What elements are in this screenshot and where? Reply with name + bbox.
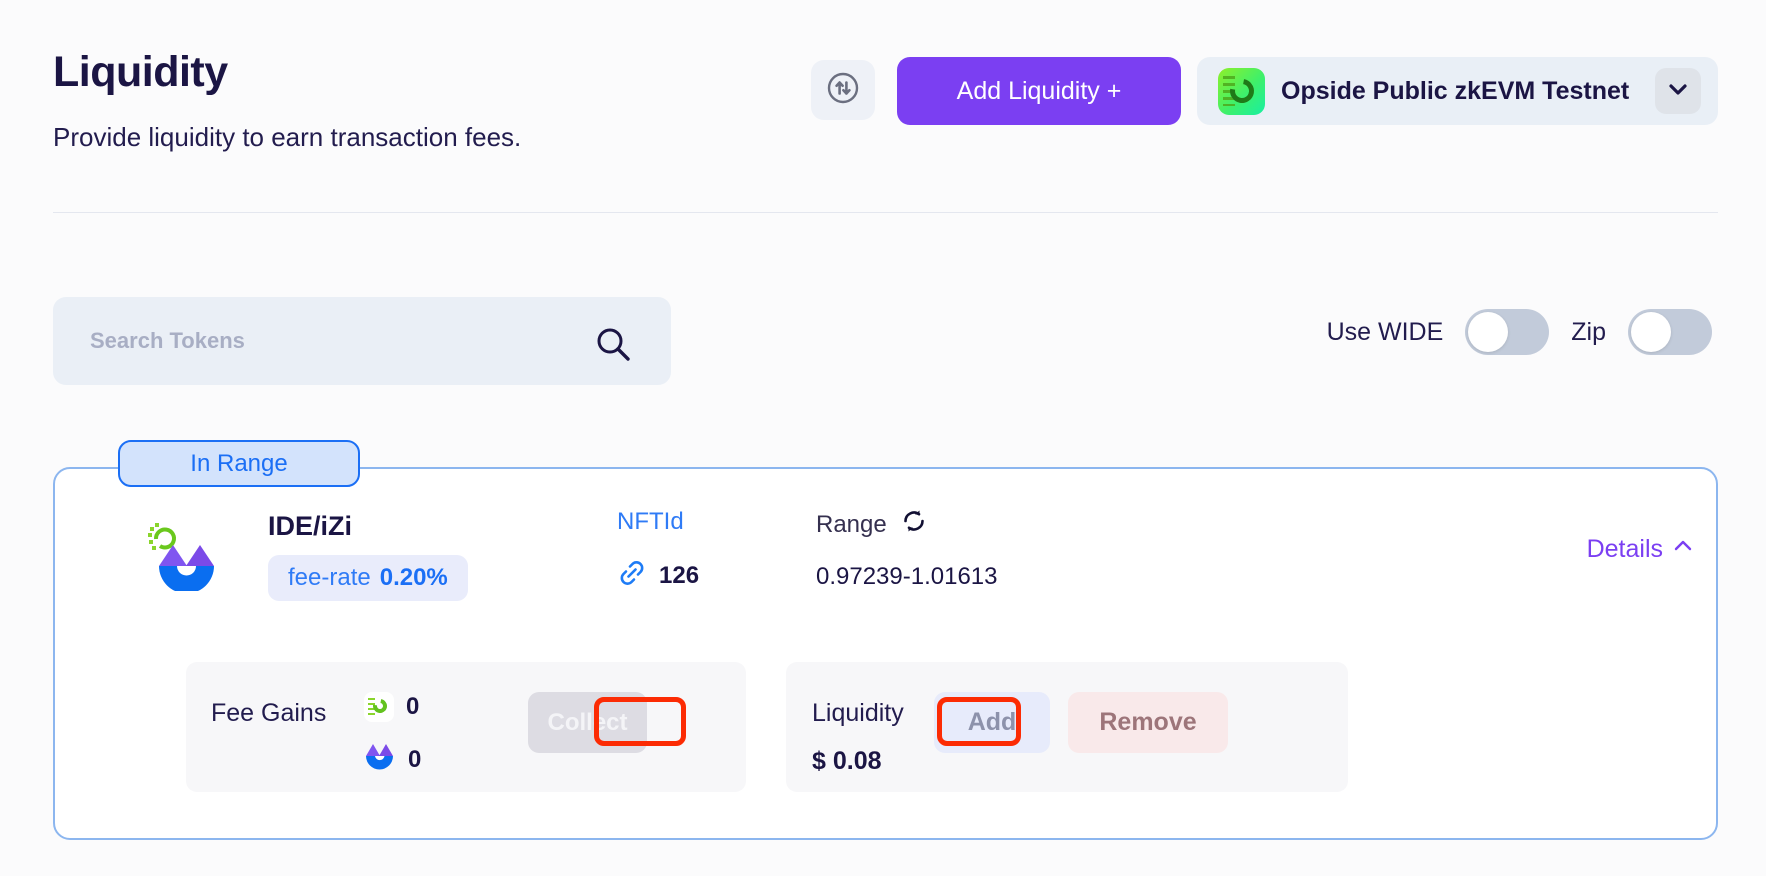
toggle-zip[interactable] (1628, 309, 1712, 355)
page-title: Liquidity (53, 48, 228, 96)
page-subtitle: Provide liquidity to earn transaction fe… (53, 122, 522, 152)
network-selector[interactable]: Opside Public zkEVM Testnet (1197, 57, 1718, 125)
liquidity-page: Liquidity Provide liquidity to earn tran… (0, 0, 1766, 876)
range-column: Range 0.97239-1.01613 (816, 508, 998, 591)
fee-rate-label: fee-rate (288, 564, 371, 591)
range-header: Range (816, 510, 887, 538)
nft-id-value: 126 (659, 561, 700, 589)
fee-gain-amount-ide: 0 (406, 693, 420, 720)
nft-id-value-row[interactable]: 126 (617, 558, 699, 593)
remove-button[interactable]: Remove (1068, 692, 1228, 753)
search-icon[interactable] (593, 325, 633, 370)
range-value: 0.97239-1.01613 (816, 563, 998, 590)
liquidity-panel: Liquidity $ 0.08 Add Remove (786, 662, 1348, 792)
fee-gain-row-izi: 0 (364, 740, 421, 779)
add-liquidity-label: Add Liquidity + (956, 76, 1122, 105)
network-dropdown-button[interactable] (1655, 68, 1701, 114)
nft-id-header: NFTId (617, 508, 684, 535)
fee-gains-label: Fee Gains (211, 699, 327, 727)
toggle-label-use-wide: Use WIDE (1326, 317, 1444, 346)
search-input[interactable] (90, 328, 540, 354)
fee-rate-badge: fee-rate 0.20% (268, 555, 468, 601)
add-button[interactable]: Add (934, 692, 1050, 753)
range-header-row: Range (816, 508, 998, 541)
opside-logo-icon (1218, 67, 1265, 115)
izi-token-icon (364, 740, 396, 779)
display-toggles: Use WIDE Zip (1327, 297, 1712, 367)
fee-gain-row-ide: 0 (364, 692, 419, 722)
toggle-label-zip: Zip (1571, 317, 1606, 346)
details-toggle[interactable]: Details (1587, 535, 1694, 564)
page-header: Liquidity Provide liquidity to earn tran… (0, 0, 1766, 213)
add-liquidity-button[interactable]: Add Liquidity + (897, 57, 1181, 125)
swap-button[interactable] (811, 60, 875, 120)
toggle-knob (1631, 312, 1671, 352)
fee-gain-amount-izi: 0 (408, 745, 422, 773)
liquidity-value: $ 0.08 (812, 747, 882, 775)
toggle-knob (1468, 312, 1509, 352)
ide-token-icon (364, 692, 394, 722)
fee-rate-value: 0.20% (379, 564, 448, 591)
link-icon[interactable] (617, 558, 647, 593)
status-badge-label: In Range (190, 449, 288, 477)
network-name: Opside Public zkEVM Testnet (1281, 76, 1630, 105)
swap-vertical-icon (826, 71, 860, 110)
fee-gains-panel: Fee Gains 0 0 Collect (186, 662, 746, 792)
header-divider (53, 212, 1718, 213)
details-label: Details (1586, 535, 1663, 563)
pair-name: IDE/iZi (268, 511, 353, 541)
collect-button[interactable]: Collect (528, 692, 647, 753)
nft-id-column: NFTId 126 (617, 508, 699, 593)
liquidity-label: Liquidity (812, 699, 904, 727)
ide-izi-pair-icon (146, 519, 222, 594)
chevron-down-icon (1665, 76, 1691, 107)
search-tokens-field[interactable] (53, 297, 671, 385)
status-badge: In Range (118, 440, 360, 487)
chevron-up-icon (1672, 535, 1694, 564)
toggle-use-wide[interactable] (1465, 309, 1550, 355)
refresh-swap-icon[interactable] (901, 508, 927, 541)
